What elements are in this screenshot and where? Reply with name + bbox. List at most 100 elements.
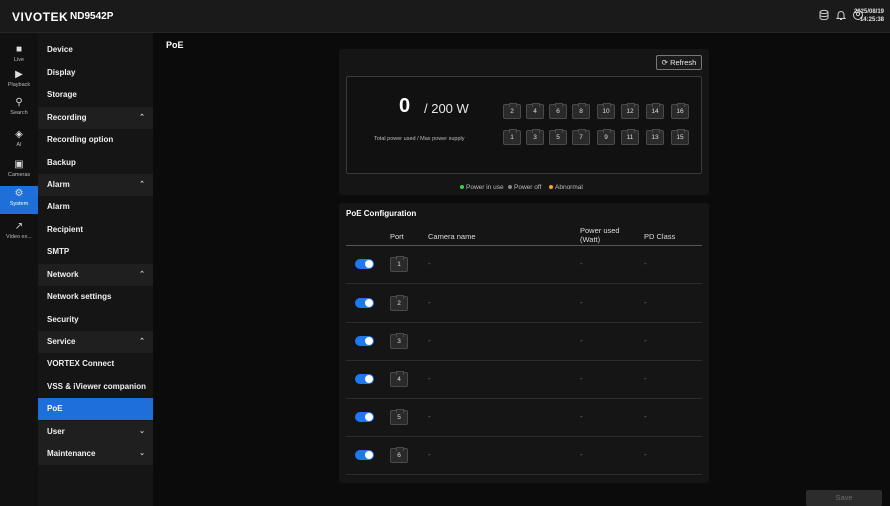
poe-toggle[interactable] [355, 298, 374, 308]
port-icon-2: 2 [503, 103, 521, 119]
live-icon: ■ [15, 44, 23, 55]
port-icon-9: 9 [597, 129, 615, 145]
menu-item-network-settings[interactable]: Network settings [38, 286, 153, 308]
device-model: ND9542P [70, 11, 114, 22]
table-row: 3 - - - [346, 323, 702, 361]
port-icon-5: 5 [549, 129, 567, 145]
rail-label: Video ex... [6, 234, 32, 240]
config-title: PoE Configuration [346, 209, 417, 218]
poe-toggle[interactable] [355, 336, 374, 346]
port-icon-6: 6 [549, 103, 567, 119]
menu-group-maintenance[interactable]: Maintenance ⌄ [38, 443, 153, 465]
header-camera-name: Camera name [428, 232, 476, 241]
menu-label: PoE [47, 404, 63, 413]
port-icon-12: 12 [621, 103, 639, 119]
power-used-cell: - [580, 374, 583, 383]
rail-label: AI [16, 142, 22, 148]
menu-label: Maintenance [47, 449, 96, 458]
menu-group-alarm[interactable]: Alarm ⌃ [38, 174, 153, 196]
menu-item-recording-option[interactable]: Recording option [38, 129, 153, 151]
rail-item-search[interactable]: ⚲ Search [0, 95, 38, 123]
menu-item-alarm[interactable]: Alarm [38, 196, 153, 218]
table-row: 1 - - - [346, 246, 702, 284]
menu-group-recording[interactable]: Recording ⌃ [38, 107, 153, 129]
menu-group-user[interactable]: User ⌄ [38, 421, 153, 443]
save-button[interactable]: Save [806, 490, 882, 506]
poe-toggle[interactable] [355, 259, 374, 269]
menu-label: VORTEX Connect [47, 359, 115, 368]
menu-label: Storage [47, 90, 77, 99]
page-title: PoE [166, 40, 184, 50]
poe-toggle[interactable] [355, 450, 374, 460]
rail-label: System [9, 201, 29, 207]
rail-item-live[interactable]: ■ Live [0, 42, 38, 70]
power-max-value: / 200 W [424, 101, 469, 116]
rail-item-video-export[interactable]: ↗ Video ex... [0, 219, 38, 247]
table-row: 4 - - - [346, 361, 702, 399]
date-text: 2025/08/19 [853, 9, 884, 15]
port-icon: 5 [390, 409, 408, 425]
port-icon-4: 4 [526, 103, 544, 119]
search-icon: ⚲ [15, 97, 23, 108]
top-bar: VIVOTEK ND9542P 2025/08/19 14:25:38 [0, 0, 890, 33]
header-port: Port [390, 232, 404, 241]
menu-item-vortex-connect[interactable]: VORTEX Connect [38, 353, 153, 375]
port-icon-14: 14 [646, 103, 664, 119]
pd-class-cell: - [644, 450, 647, 459]
menu-item-device[interactable]: Device [38, 39, 153, 61]
pd-class-cell: - [644, 336, 647, 345]
menu-item-vss-iviewer[interactable]: VSS & iViewer companion [38, 376, 153, 398]
rail-label: Search [10, 110, 28, 116]
port-icon-15: 15 [671, 129, 689, 145]
brand-logo: VIVOTEK [12, 10, 69, 24]
rail-item-ai[interactable]: ◈ AI [0, 127, 38, 155]
bell-icon[interactable] [834, 9, 848, 23]
pd-class-cell: - [644, 412, 647, 421]
chevron-down-icon: ⌄ [139, 428, 145, 435]
menu-label: Device [47, 45, 73, 54]
menu-label: Display [47, 68, 76, 77]
abnormal-dot [549, 185, 553, 190]
database-icon[interactable] [817, 9, 831, 23]
rail-label: Cameras [7, 172, 31, 178]
camera-name-cell: - [428, 450, 431, 459]
chevron-up-icon: ⌃ [139, 114, 145, 121]
rail-item-system[interactable]: ⚙ System [0, 186, 38, 214]
menu-item-backup[interactable]: Backup [38, 152, 153, 174]
ai-icon: ◈ [15, 129, 23, 140]
port-icon: 4 [390, 371, 408, 387]
power-summary-box [346, 76, 702, 174]
menu-item-recipient[interactable]: Recipient [38, 219, 153, 241]
chevron-up-icon: ⌃ [139, 271, 145, 278]
rail-item-cameras[interactable]: ▣ Cameras [0, 157, 38, 185]
legend-label: Power in use [466, 184, 504, 191]
menu-item-security[interactable]: Security [38, 309, 153, 331]
nav-rail: ■ Live ▶ Playback ⚲ Search ◈ AI ▣ Camera… [0, 33, 38, 506]
power-used-cell: - [580, 412, 583, 421]
port-icon-11: 11 [621, 129, 639, 145]
menu-item-display[interactable]: Display [38, 62, 153, 84]
menu-label: VSS & iViewer companion [47, 382, 146, 391]
off-dot [508, 185, 512, 190]
table-row: 2 - - - [346, 285, 702, 323]
menu-item-storage[interactable]: Storage [38, 84, 153, 106]
menu-group-service[interactable]: Service ⌃ [38, 331, 153, 353]
camera-name-cell: - [428, 374, 431, 383]
port-icon-10: 10 [597, 103, 615, 119]
power-used-cell: - [580, 259, 583, 268]
port-icon-8: 8 [572, 103, 590, 119]
menu-label: Backup [47, 158, 76, 167]
poe-toggle[interactable] [355, 374, 374, 384]
poe-toggle[interactable] [355, 412, 374, 422]
menu-group-network[interactable]: Network ⌃ [38, 264, 153, 286]
port-icon: 1 [390, 256, 408, 272]
table-row: 5 - - - [346, 399, 702, 437]
port-icon-16: 16 [671, 103, 689, 119]
refresh-button[interactable]: ⟳ Refresh [656, 55, 702, 70]
rail-item-playback[interactable]: ▶ Playback [0, 67, 38, 95]
menu-item-smtp[interactable]: SMTP [38, 241, 153, 263]
menu-item-poe[interactable]: PoE [38, 398, 153, 420]
port-icon-3: 3 [526, 129, 544, 145]
legend-label: Abnormal [555, 184, 583, 191]
legend-in-use: Power in use [460, 184, 504, 191]
